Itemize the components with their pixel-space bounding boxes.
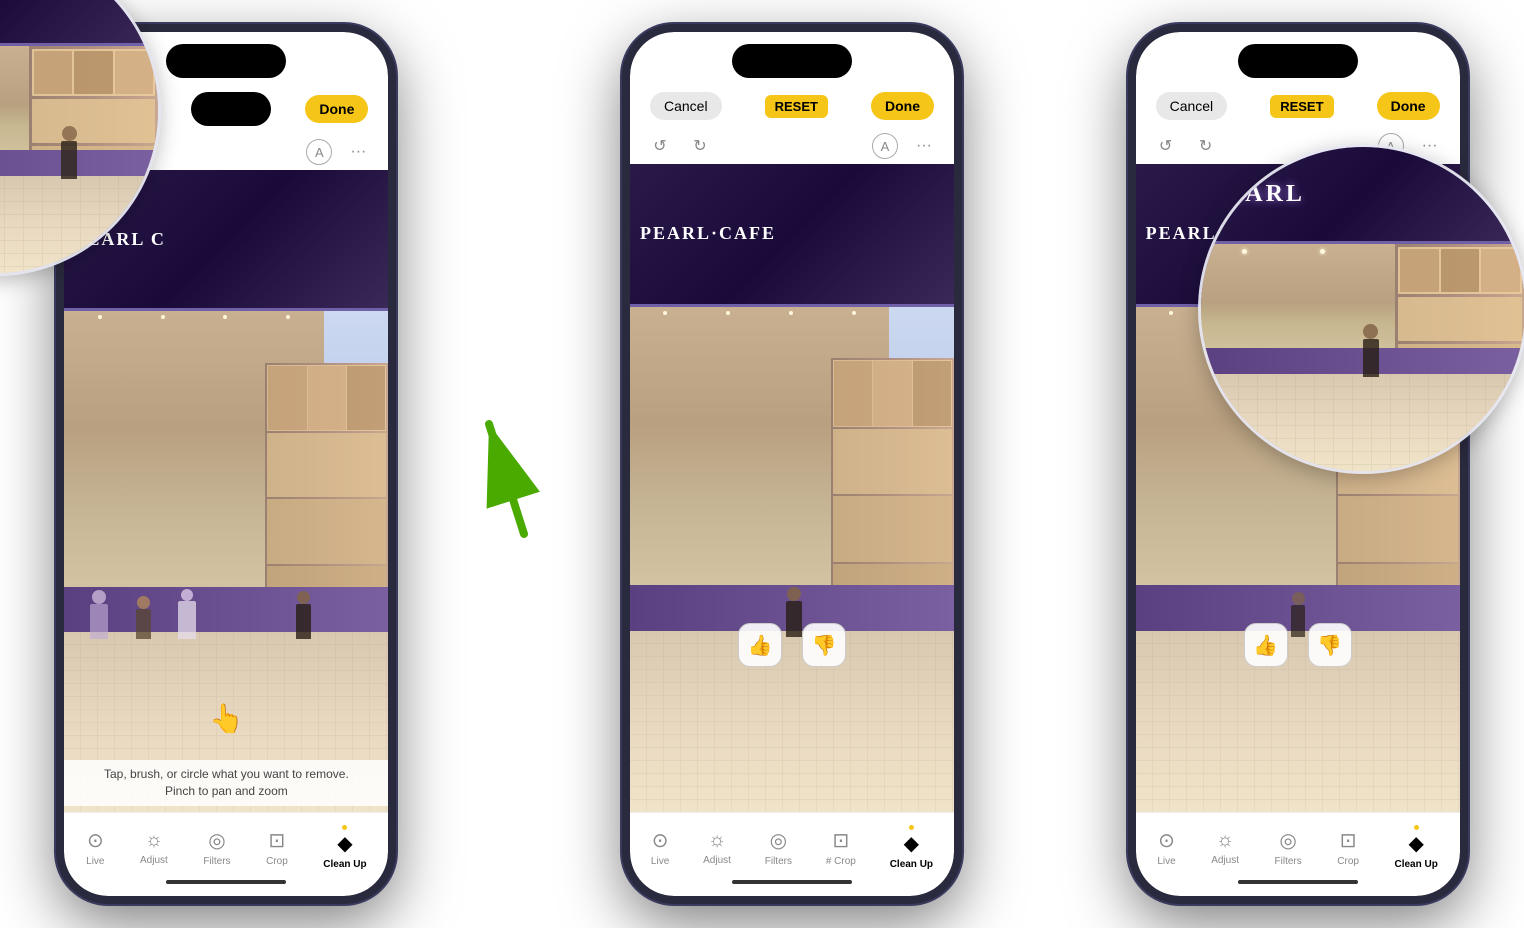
phone-2-done-button[interactable]: Done — [871, 92, 934, 120]
phone-3-reset-button[interactable]: RESET — [1270, 95, 1333, 118]
phone-3-tabs: ⊙ Live ☼ Adjust ◎ Filters ⊡ Crop — [1140, 821, 1456, 874]
more-options-icon[interactable]: ··· — [344, 138, 372, 166]
phone-2-thumbs: 👍 👎 — [630, 623, 954, 667]
filters-icon-3: ◎ — [1279, 828, 1296, 853]
phone-3-wrapper: PEARL — [1128, 24, 1468, 904]
phone-2-tab-crop[interactable]: ⊡ # Crop — [820, 824, 862, 871]
crop-label-3: Crop — [1337, 856, 1359, 867]
phone-2-tab-filters[interactable]: ◎ Filters — [759, 824, 798, 871]
more-options-icon-2[interactable]: ··· — [910, 132, 938, 160]
phone-1-tab-filters[interactable]: ◎ Filters — [197, 824, 236, 871]
zoom-circle-3: PEARL — [1198, 144, 1524, 474]
filters-icon-2: ◎ — [770, 828, 787, 853]
live-label-3: Live — [1157, 856, 1175, 867]
phone-1-wrapper: PEARL C — [56, 24, 396, 904]
crop-icon: ⊡ — [269, 828, 286, 853]
adjust-icon-2: ☼ — [708, 829, 726, 852]
thumbs-down-button-3[interactable]: 👎 — [1308, 623, 1352, 667]
crop-label-2: # Crop — [826, 856, 856, 867]
zoom-circle-1: PEARL C — [0, 0, 161, 276]
home-indicator-2 — [732, 880, 852, 884]
phone-2-bottom-toolbar: ⊙ Live ☼ Adjust ◎ Filters ⊡ # Crop — [630, 812, 954, 896]
phone-1-tab-adjust[interactable]: ☼ Adjust — [134, 825, 174, 870]
phone-2-tab-adjust[interactable]: ☼ Adjust — [697, 825, 737, 870]
phone-1-tab-crop[interactable]: ⊡ Crop — [260, 824, 294, 871]
home-indicator-3 — [1238, 880, 1358, 884]
filters-label-2: Filters — [765, 856, 792, 867]
redo-icon-2[interactable]: ↻ — [686, 132, 714, 160]
filters-label: Filters — [203, 856, 230, 867]
phone-1-tabs: ⊙ Live ☼ Adjust ◎ Filters ⊡ Crop — [68, 821, 384, 874]
arrow-container — [469, 364, 549, 564]
adjust-icon-3: ☼ — [1216, 829, 1234, 852]
cleanup-icon-2: ◆ — [904, 831, 919, 856]
phone-1-tab-cleanup[interactable]: ◆ Clean Up — [317, 821, 372, 874]
adjust-label-2: Adjust — [703, 855, 731, 866]
thumbs-up-button[interactable]: 👍 — [738, 623, 782, 667]
phone-2-toolbar: ↺ ↻ A ··· — [630, 128, 954, 164]
filters-label-3: Filters — [1275, 856, 1302, 867]
phone-2-tabs: ⊙ Live ☼ Adjust ◎ Filters ⊡ # Crop — [634, 821, 950, 874]
cleanup-icon: ◆ — [337, 831, 352, 856]
crop-icon-3: ⊡ — [1340, 828, 1357, 853]
crop-label: Crop — [266, 856, 288, 867]
phone-3-cancel-button[interactable]: Cancel — [1156, 92, 1228, 120]
dynamic-island-3 — [1238, 44, 1358, 78]
live-icon: ⊙ — [87, 828, 104, 853]
live-icon-3: ⊙ — [1158, 828, 1175, 853]
crop-icon-2: ⊡ — [832, 828, 849, 853]
phone-1-bottom-toolbar: ⊙ Live ☼ Adjust ◎ Filters ⊡ Crop — [64, 812, 388, 896]
phone-2-right-icons: A ··· — [872, 132, 938, 160]
phone-2-screen: Cancel RESET Done ↺ ↻ A ··· — [630, 32, 954, 896]
cleanup-label-3: Clean Up — [1394, 859, 1437, 870]
dynamic-island-1 — [166, 44, 286, 78]
phone-2-tab-live[interactable]: ⊙ Live — [645, 824, 675, 871]
undo-icon-3[interactable]: ↺ — [1152, 132, 1180, 160]
hand-cursor-icon: 👆 — [209, 702, 244, 735]
phone-2: Cancel RESET Done ↺ ↻ A ··· — [622, 24, 962, 904]
adjust-icon: ☼ — [145, 829, 163, 852]
thumbs-down-button[interactable]: 👎 — [802, 623, 846, 667]
undo-icon-2[interactable]: ↺ — [646, 132, 674, 160]
phone-3-thumbs: 👍 👎 — [1136, 623, 1460, 667]
phone-3-tab-adjust[interactable]: ☼ Adjust — [1205, 825, 1245, 870]
phone-1-instructions: Tap, brush, or circle what you want to r… — [64, 760, 388, 806]
cleanup-dot-3 — [1414, 825, 1419, 830]
phone-2-left-icons: ↺ ↻ — [646, 132, 714, 160]
phone-3-tab-filters[interactable]: ◎ Filters — [1269, 824, 1308, 871]
live-icon-2: ⊙ — [652, 828, 669, 853]
phone-1-done-button[interactable]: Done — [305, 95, 368, 123]
cleanup-dot-2 — [909, 825, 914, 830]
auto-enhance-icon-2[interactable]: A — [872, 133, 898, 159]
phone-3-tab-cleanup[interactable]: ◆ Clean Up — [1388, 821, 1443, 874]
home-indicator-1 — [166, 880, 286, 884]
phone-1-tab-live[interactable]: ⊙ Live — [80, 824, 110, 871]
phone-2-cancel-button[interactable]: Cancel — [650, 92, 722, 120]
phone-1-dynamic-island-spacer — [191, 92, 271, 126]
adjust-label-3: Adjust — [1211, 855, 1239, 866]
live-label: Live — [86, 856, 104, 867]
phone-3-tab-live[interactable]: ⊙ Live — [1151, 824, 1181, 871]
adjust-label: Adjust — [140, 855, 168, 866]
cleanup-label-2: Clean Up — [890, 859, 933, 870]
dynamic-island-2 — [732, 44, 852, 78]
phone-3-tab-crop[interactable]: ⊡ Crop — [1331, 824, 1365, 871]
auto-enhance-icon[interactable]: A — [306, 139, 332, 165]
phone-2-wrapper: Cancel RESET Done ↺ ↻ A ··· — [622, 24, 962, 904]
phone-2-tab-cleanup[interactable]: ◆ Clean Up — [884, 821, 939, 874]
phone-2-reset-button[interactable]: RESET — [765, 95, 828, 118]
filters-icon: ◎ — [208, 828, 225, 853]
cleanup-icon-3: ◆ — [1408, 831, 1423, 856]
green-arrow — [469, 374, 549, 554]
phone-1-right-icons: A ··· — [306, 138, 372, 166]
cleanup-label: Clean Up — [323, 859, 366, 870]
phone-3-done-button[interactable]: Done — [1377, 92, 1440, 120]
phone-3-bottom-toolbar: ⊙ Live ☼ Adjust ◎ Filters ⊡ Crop — [1136, 812, 1460, 896]
live-label-2: Live — [651, 856, 669, 867]
phone-2-photo-area: PEARL·CAFE — [630, 164, 954, 812]
cleanup-dot-1 — [342, 825, 347, 830]
thumbs-up-button-3[interactable]: 👍 — [1244, 623, 1288, 667]
